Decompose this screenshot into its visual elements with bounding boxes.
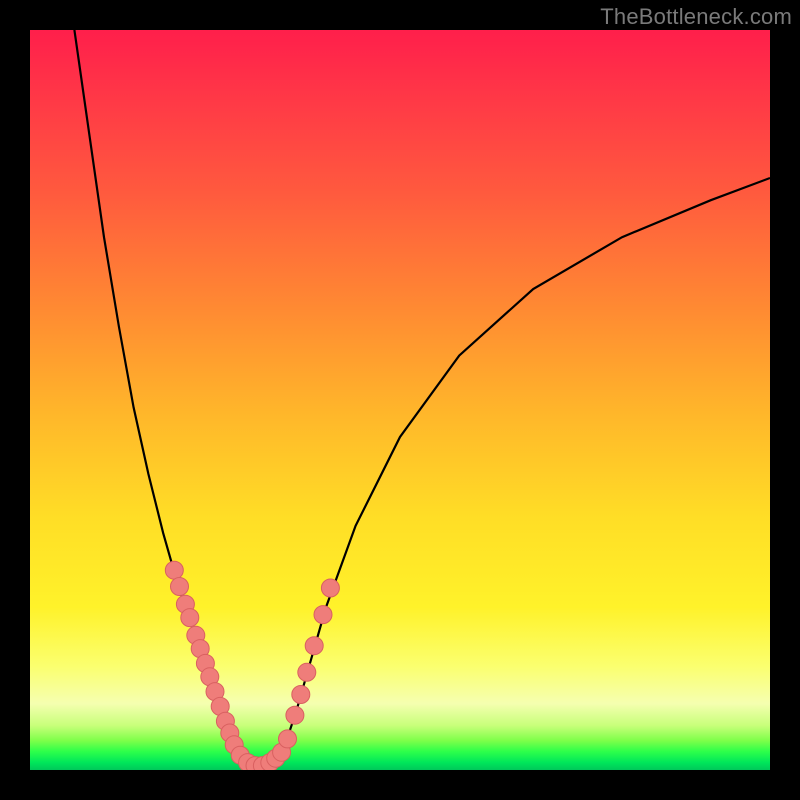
bottleneck-curve xyxy=(74,30,770,766)
marker-dot xyxy=(298,663,316,681)
marker-dot xyxy=(292,686,310,704)
marker-dot xyxy=(321,579,339,597)
marker-dot xyxy=(171,578,189,596)
plot-area xyxy=(30,30,770,770)
marker-dot xyxy=(181,609,199,627)
marker-dot xyxy=(165,561,183,579)
marker-dot xyxy=(286,706,304,724)
watermark-text: TheBottleneck.com xyxy=(600,4,792,30)
marker-dot xyxy=(314,606,332,624)
marker-dot xyxy=(305,637,323,655)
outer-frame: TheBottleneck.com xyxy=(0,0,800,800)
curve-svg xyxy=(30,30,770,770)
marker-dot xyxy=(279,730,297,748)
marker-dots-group xyxy=(165,561,339,770)
